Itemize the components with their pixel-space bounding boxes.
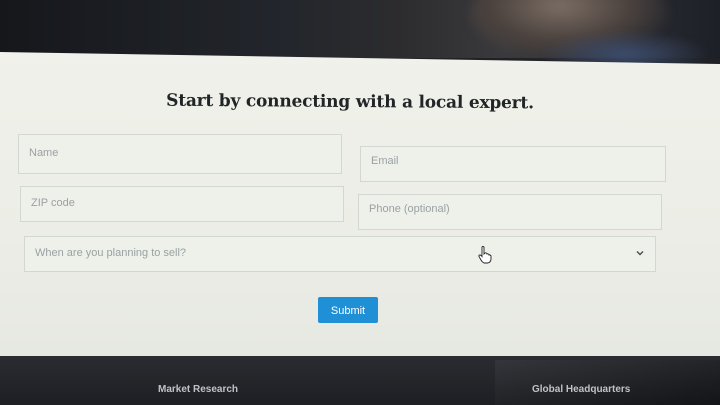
hand-pointer-icon xyxy=(478,246,492,264)
phone-field-placeholder: Phone (optional) xyxy=(369,203,450,215)
footer-glare xyxy=(495,360,720,405)
name-field[interactable]: Name xyxy=(18,134,342,174)
footer-link-global-headquarters[interactable]: Global Headquarters xyxy=(532,384,630,395)
background-photo xyxy=(0,0,720,70)
sell-timing-select[interactable]: When are you planning to sell? xyxy=(24,236,656,272)
name-field-placeholder: Name xyxy=(29,147,59,159)
footer-link-market-research[interactable]: Market Research xyxy=(158,384,238,395)
chevron-down-icon[interactable] xyxy=(635,247,645,261)
email-field-placeholder: Email xyxy=(371,155,399,167)
email-field[interactable]: Email xyxy=(360,146,666,182)
submit-button[interactable]: Submit xyxy=(318,297,378,323)
sell-timing-placeholder: When are you planning to sell? xyxy=(35,247,187,259)
zip-code-field[interactable]: ZIP code xyxy=(20,186,344,222)
phone-field[interactable]: Phone (optional) xyxy=(358,194,662,230)
zip-code-field-placeholder: ZIP code xyxy=(31,197,75,209)
